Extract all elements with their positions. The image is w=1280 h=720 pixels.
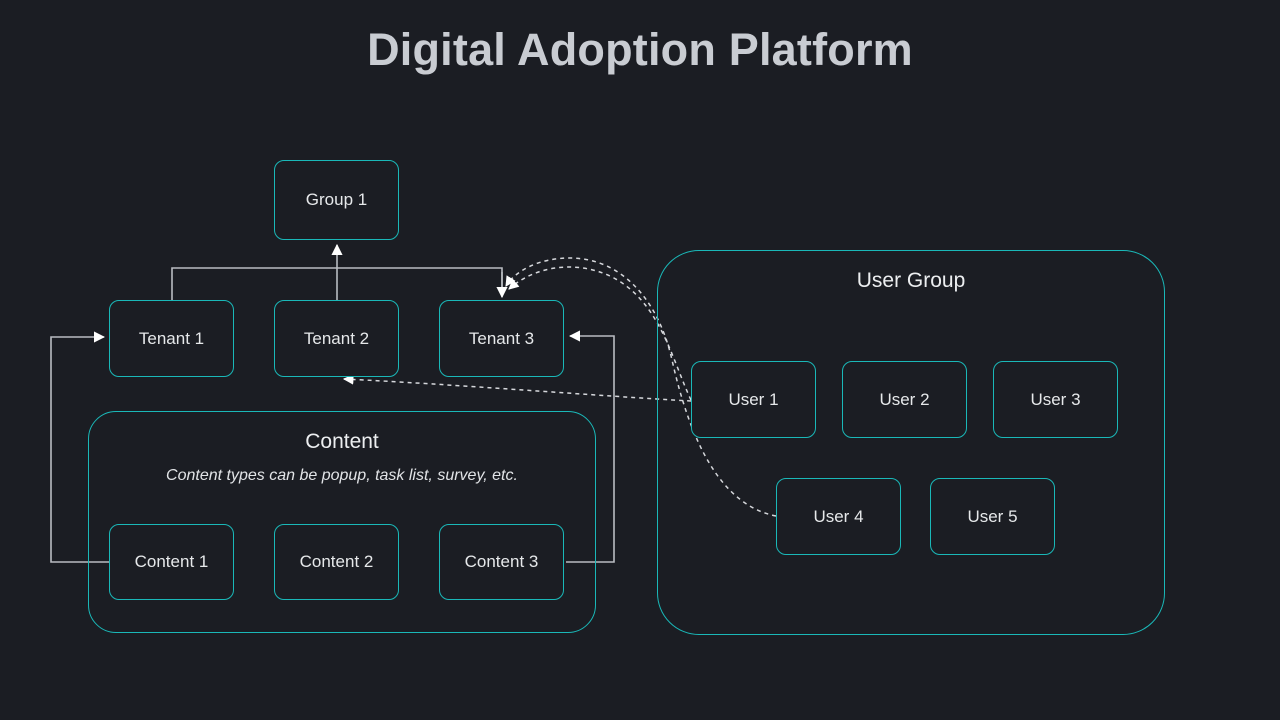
node-user-5-label: User 5 [967,506,1018,526]
container-user-group [657,250,1165,635]
node-user-2[interactable]: User 2 [842,361,967,438]
container-content-title: Content [305,430,379,453]
node-tenant-3-label: Tenant 3 [468,328,535,348]
node-group-1[interactable]: Group 1 [274,160,399,240]
container-content-subtitle: Content types can be popup, task list, s… [166,467,518,484]
node-user-3-label: User 3 [1030,389,1081,409]
diagram-canvas: Digital Adoption Platform Group 1 Tenant… [0,0,1280,720]
node-content-3-label: Content 3 [464,552,539,571]
container-user-group-title: User Group [856,269,966,292]
node-user-4-label: User 4 [813,506,864,526]
node-user-4[interactable]: User 4 [776,478,901,555]
node-user-2-label: User 2 [879,389,930,409]
node-content-1[interactable]: Content 1 [109,524,234,600]
node-content-2-label: Content 2 [299,552,374,571]
node-tenant-2[interactable]: Tenant 2 [274,300,399,377]
node-tenant-2-label: Tenant 2 [303,328,370,348]
node-user-1-label: User 1 [728,389,779,409]
node-content-1-label: Content 1 [134,552,209,571]
node-user-5[interactable]: User 5 [930,478,1055,555]
node-user-1[interactable]: User 1 [691,361,816,438]
connector-user1-to-tenant2 [342,374,692,402]
page-title: Digital Adoption Platform [367,24,913,75]
node-group-1-label: Group 1 [305,190,368,209]
node-tenant-1-label: Tenant 1 [138,328,205,348]
connector-tenant-bus [171,267,503,300]
node-content-3[interactable]: Content 3 [439,524,564,600]
node-user-3[interactable]: User 3 [993,361,1118,438]
node-tenant-1[interactable]: Tenant 1 [109,300,234,377]
node-content-2[interactable]: Content 2 [274,524,399,600]
node-tenant-3[interactable]: Tenant 3 [439,300,564,377]
